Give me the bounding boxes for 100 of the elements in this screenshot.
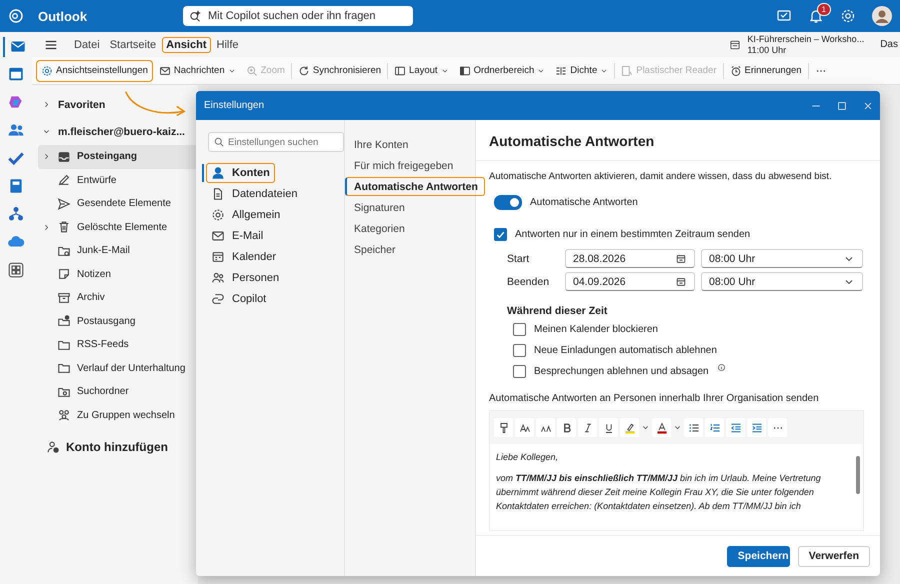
date-field[interactable]: 04.09.2026 <box>565 272 695 291</box>
toolbar-button[interactable]: Dichte <box>551 60 612 80</box>
folder-item[interactable]: RSS-Feeds <box>38 333 198 356</box>
toggle-label: Automatische Antworten <box>530 196 638 208</box>
toggle-switch[interactable] <box>494 194 522 210</box>
settings-category[interactable]: Allgemein <box>202 206 344 224</box>
scrollbar[interactable] <box>856 456 860 494</box>
save-button[interactable]: Speichern <box>726 546 790 566</box>
format-button[interactable] <box>599 418 618 437</box>
settings-category[interactable]: Kalender <box>202 248 344 266</box>
checkbox[interactable] <box>513 364 526 378</box>
settings-category[interactable]: Personen <box>202 269 344 287</box>
checkbox[interactable] <box>513 322 526 336</box>
toolbar-button[interactable]: Erinnerungen <box>726 60 806 80</box>
pane-icon <box>458 64 471 76</box>
font-color-icon <box>656 422 668 434</box>
settings-subpage[interactable]: Signaturen <box>345 198 412 217</box>
dialog-title: Einstellungen <box>204 100 264 111</box>
people-icon <box>211 271 225 285</box>
calendar-date-icon <box>675 252 687 264</box>
checkbox[interactable] <box>494 228 507 240</box>
checkbox[interactable] <box>513 344 526 356</box>
settings-subpage[interactable]: Automatische Antworten <box>345 177 485 196</box>
indent-icon <box>750 422 762 434</box>
info-icon <box>716 362 726 372</box>
favorites-header[interactable]: Favoriten <box>38 91 198 118</box>
ribbon-tab[interactable]: Ansicht <box>162 36 210 52</box>
settings-category[interactable]: Datendateien <box>202 185 344 203</box>
add-account-button[interactable]: Konto hinzufügen <box>38 435 198 458</box>
folder-item[interactable]: Verlauf der Unterhaltung <box>38 356 198 380</box>
format-button[interactable] <box>652 418 671 437</box>
folder-icon <box>57 361 71 376</box>
reminder-time: 11:00 Uhr <box>747 44 788 56</box>
calendar-app-icon[interactable] <box>7 65 25 83</box>
folder-item[interactable]: Posteingang <box>38 145 198 168</box>
message-editor[interactable] <box>489 410 864 531</box>
notification-bell-icon[interactable] <box>808 8 824 24</box>
time-dropdown[interactable]: 08:00 Uhr <box>701 272 863 291</box>
folder-item[interactable]: Postausgang <box>38 310 198 333</box>
format-button[interactable] <box>515 418 534 437</box>
description-text: Automatische Antworten aktivieren, damit andere wissen, dass du abwesend bist. <box>489 171 833 182</box>
format-button[interactable] <box>536 418 555 437</box>
settings-subpage[interactable]: Ihre Konten <box>345 135 416 154</box>
numbered-list-icon <box>708 422 720 434</box>
reminder-title[interactable]: KI-Führerschein – Worksho... <box>747 34 864 44</box>
app-logo-icon[interactable] <box>8 8 24 24</box>
ribbon-tab[interactable]: Hilfe <box>212 36 243 52</box>
mail-icon <box>158 64 171 76</box>
settings-subpage[interactable]: Speicher <box>345 240 402 259</box>
folder-item[interactable]: Junk-E-Mail <box>38 239 198 262</box>
file-icon <box>211 187 225 201</box>
folder-item[interactable]: Zu Gruppen wechseln <box>38 404 198 427</box>
app-title: Outlook <box>38 8 88 24</box>
toolbar-button[interactable]: Ordnerbereich <box>454 60 550 80</box>
format-button[interactable] <box>494 418 513 437</box>
settings-category[interactable]: Copilot <box>202 290 344 308</box>
person-icon <box>211 166 225 180</box>
apps-grid-icon[interactable] <box>7 261 25 279</box>
folder-item[interactable]: Notizen <box>38 262 198 286</box>
section-heading: Während dieser Zeit <box>507 305 608 317</box>
settings-subpage[interactable]: Für mich freigegeben <box>345 156 460 175</box>
toolbar-button[interactable]: Nachrichten <box>154 60 240 80</box>
settings-subpage[interactable]: Kategorien <box>345 219 412 238</box>
calendar-date-icon <box>675 276 687 288</box>
toolbar-button[interactable]: Synchronisieren <box>294 60 386 80</box>
org-chart-app-icon[interactable] <box>7 205 25 223</box>
format-button[interactable] <box>578 418 597 437</box>
folder-item[interactable]: Gesendete Elemente <box>38 192 198 216</box>
folder-item[interactable]: Gelöschte Elemente <box>38 216 198 239</box>
time-dropdown[interactable]: 08:00 Uhr <box>701 249 863 268</box>
folder-item[interactable]: Suchordner <box>38 380 198 404</box>
folder-item[interactable]: Archiv <box>38 286 198 310</box>
field-label: Start <box>507 252 530 264</box>
ribbon-tab[interactable]: Startseite <box>106 36 160 52</box>
settings-search-field[interactable]: Einstellungen suchen <box>208 132 344 152</box>
close-icon[interactable] <box>862 100 874 112</box>
format-button[interactable] <box>557 418 576 437</box>
folder-item[interactable]: Entwürfe <box>38 168 198 192</box>
date-field[interactable]: 28.08.2026 <box>565 249 695 268</box>
maximize-icon[interactable] <box>836 100 848 112</box>
sent-icon <box>57 196 71 211</box>
mail-icon <box>211 229 225 243</box>
account-header[interactable]: m.fleischer@buero-kaiz... <box>38 118 198 145</box>
toolbar-button[interactable]: Layout <box>390 60 453 80</box>
field-label: Beenden <box>507 276 550 288</box>
search-field[interactable]: Mit Copilot suchen oder ihn fragen <box>183 6 413 26</box>
format-button[interactable] <box>747 418 766 437</box>
notes-icon <box>57 267 71 282</box>
settings-category[interactable]: E-Mail <box>202 227 344 245</box>
format-button[interactable] <box>620 418 639 437</box>
format-button[interactable] <box>684 418 703 437</box>
drafts-icon <box>57 173 71 188</box>
discard-button[interactable]: Verwerfen <box>798 546 870 566</box>
format-button[interactable] <box>705 418 724 437</box>
user-avatar[interactable] <box>872 6 892 26</box>
toolbar-button[interactable]: Ansichtseinstellungen <box>36 60 153 82</box>
format-button[interactable] <box>726 418 745 437</box>
settings-icon[interactable] <box>840 8 856 24</box>
gear-icon <box>41 64 53 76</box>
ribbon-tab[interactable]: Datei <box>70 36 104 52</box>
